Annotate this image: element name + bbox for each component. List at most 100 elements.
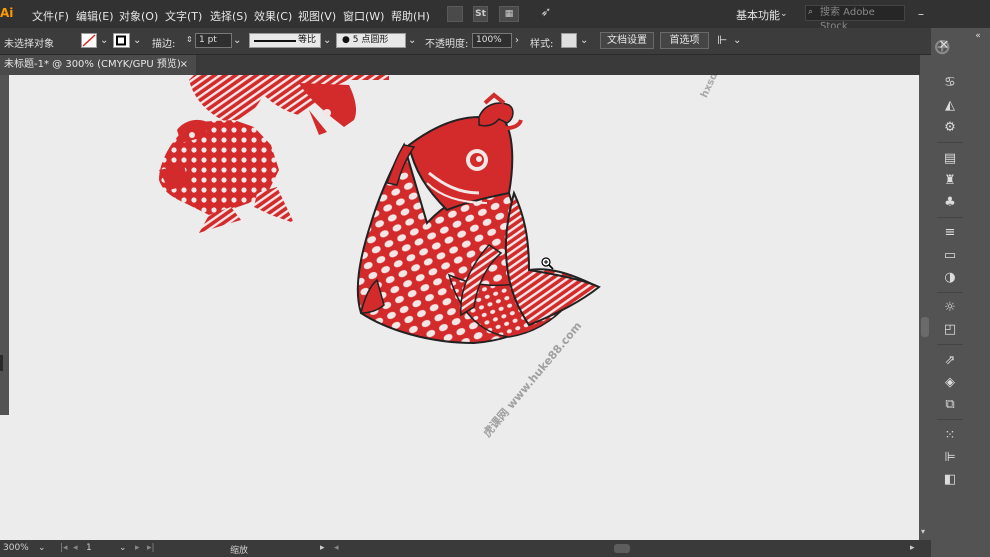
stroke-stepper-icon[interactable]: ⇕: [186, 35, 193, 44]
symbols-icon[interactable]: ♋: [941, 75, 959, 91]
transparency-icon[interactable]: ◑: [941, 270, 959, 286]
zoom-chevron-icon[interactable]: ⌄: [38, 543, 46, 553]
stroke-weight-input[interactable]: 1 pt: [195, 33, 232, 48]
menu-window[interactable]: 窗口(W): [343, 8, 384, 24]
color-guide-icon[interactable]: ⚙: [941, 120, 959, 136]
toolbar-edge: [0, 75, 9, 415]
stock-search-input[interactable]: 搜索 Adobe Stock: [805, 5, 905, 32]
menu-select[interactable]: 选择(S): [210, 8, 248, 24]
artboard-chevron-icon[interactable]: ⌄: [119, 543, 127, 553]
background-fish-cluster: [159, 75, 389, 233]
paper-cut-artwork: [159, 75, 601, 345]
workspace-chevron-icon[interactable]: ⌄: [780, 9, 788, 19]
minimize-icon[interactable]: –: [918, 7, 924, 21]
horizontal-scroll-thumb[interactable]: [614, 544, 630, 553]
fill-chevron-icon[interactable]: ⌄: [100, 35, 108, 46]
artboard-number[interactable]: 1: [86, 543, 92, 553]
scroll-down-icon[interactable]: ▾: [921, 527, 925, 536]
panel-collapse-icon[interactable]: «: [969, 28, 987, 44]
vertical-scroll-thumb[interactable]: [921, 317, 929, 337]
profile-label: 等比: [298, 35, 317, 45]
first-artboard-icon[interactable]: |◂: [60, 543, 68, 553]
export-icon[interactable]: ⇗: [941, 353, 959, 369]
tab-document[interactable]: 未标题-1* @ 300% (CMYK/GPU 预览) ×: [0, 55, 196, 75]
gradient-icon[interactable]: ▭: [941, 248, 959, 264]
arrange-documents-icon[interactable]: ▦: [499, 6, 519, 22]
align-chevron-icon[interactable]: ⌄: [733, 35, 741, 46]
prev-artboard-icon[interactable]: ◂: [73, 543, 78, 553]
style-chevron-icon[interactable]: ⌄: [580, 35, 588, 46]
zoom-level[interactable]: 300%: [3, 543, 29, 553]
gpu-rocket-icon[interactable]: ➶: [538, 6, 554, 22]
align-icon[interactable]: ⊩: [717, 33, 727, 47]
panel-dock: ⊕ ✕ « ♋ ◭ ⚙ ▤ ♜ ♣ ≡ ▭ ◑ ☼ ◰ ⇗ ◈ ⧉ ⁙ ⊫ ◧: [931, 28, 990, 557]
transform-icon[interactable]: ⁙: [941, 428, 959, 444]
dock-separator: [937, 344, 963, 345]
pathfinder-icon[interactable]: ◧: [941, 472, 959, 488]
dock-separator: [937, 419, 963, 420]
dock-separator: [937, 217, 963, 218]
menu-bar: Ai 文件(F) 编辑(E) 对象(O) 文字(T) 选择(S) 效果(C) 视…: [0, 0, 990, 32]
stroke-swatch[interactable]: [113, 33, 130, 48]
graphic-styles-icon[interactable]: ◰: [941, 322, 959, 338]
preferences-button[interactable]: 首选项: [660, 32, 709, 49]
layers-icon[interactable]: ◈: [941, 375, 959, 391]
current-tool: 缩放: [230, 546, 249, 556]
artboards-icon[interactable]: ⧉: [941, 397, 959, 413]
menu-object[interactable]: 对象(O): [119, 8, 158, 24]
vertical-scrollbar[interactable]: ▾: [919, 75, 931, 540]
search-icon: ⌕: [808, 7, 814, 17]
tab-title: 未标题-1* @ 300% (CMYK/GPU 预览): [4, 59, 181, 70]
align-panel-icon[interactable]: ⊫: [941, 450, 959, 466]
stroke-chevron-icon[interactable]: ⌄: [133, 35, 141, 46]
brush-chevron-icon[interactable]: ⌄: [408, 35, 416, 46]
opacity-input[interactable]: 100%: [472, 33, 512, 48]
style-label: 样式:: [530, 39, 554, 50]
brush-label: 5 点圆形: [352, 35, 389, 45]
graphic-style-swatch[interactable]: [561, 33, 577, 48]
image-trace-icon[interactable]: ▤: [941, 151, 959, 167]
stock-st-icon[interactable]: St: [473, 6, 488, 22]
selection-status: 未选择对象: [4, 39, 54, 50]
close-icon[interactable]: ✕: [935, 38, 953, 54]
menu-view[interactable]: 视图(V): [298, 8, 336, 24]
stroke-panel-icon[interactable]: ≡: [941, 225, 959, 241]
opacity-label: 不透明度:: [425, 39, 469, 50]
zoom-cursor-icon: [541, 257, 554, 270]
canvas-edge: [0, 415, 9, 540]
variable-width-profile[interactable]: 等比: [249, 33, 321, 48]
dock-separator: [937, 292, 963, 293]
menu-help[interactable]: 帮助(H): [391, 8, 430, 24]
artboard-canvas[interactable]: hxsd.huke88.com 虎课网 www.huke88.com: [9, 75, 919, 540]
symbols-club-icon[interactable]: ♣: [941, 195, 959, 211]
scroll-right-icon[interactable]: ▸: [910, 543, 915, 553]
opacity-arrow-icon[interactable]: ›: [515, 35, 519, 46]
app-logo: Ai: [0, 6, 14, 20]
last-artboard-icon[interactable]: ▸|: [147, 543, 155, 553]
control-bar: 未选择对象 ⌄ ⌄ 描边: ⇕ 1 pt ⌄ 等比 ⌄ ● 5 点圆形 ⌄ 不透…: [0, 28, 990, 55]
swatches-icon[interactable]: ◭: [941, 98, 959, 114]
workspace-switcher[interactable]: 基本功能: [736, 7, 780, 23]
menu-effect[interactable]: 效果(C): [254, 8, 292, 24]
dock-separator: [937, 142, 963, 143]
menu-type[interactable]: 文字(T): [165, 8, 202, 24]
profile-chevron-icon[interactable]: ⌄: [323, 35, 331, 46]
stroke-weight-chevron-icon[interactable]: ⌄: [233, 35, 241, 46]
menu-edit[interactable]: 编辑(E): [76, 8, 114, 24]
document-tab-bar: 未标题-1* @ 300% (CMYK/GPU 预览) ×: [0, 55, 920, 75]
bridge-icon[interactable]: [447, 6, 463, 22]
brushes-icon[interactable]: ♜: [941, 173, 959, 189]
koi-fish[interactable]: [356, 92, 601, 345]
status-menu-icon[interactable]: ▸: [320, 543, 325, 553]
brush-dot-icon: ●: [342, 35, 350, 45]
fill-swatch[interactable]: [81, 33, 97, 48]
menu-file[interactable]: 文件(F): [32, 8, 69, 24]
brush-definition[interactable]: ● 5 点圆形: [336, 33, 406, 48]
appearance-icon[interactable]: ☼: [941, 300, 959, 316]
toolbar-handle[interactable]: [0, 355, 3, 371]
tab-close-icon[interactable]: ×: [180, 55, 188, 75]
document-setup-button[interactable]: 文档设置: [600, 32, 654, 49]
next-artboard-icon[interactable]: ▸: [135, 543, 140, 553]
status-bar: 300% ⌄ |◂ ◂ 1 ⌄ ▸ ▸| 缩放 ▸ ◂ ▸: [0, 540, 931, 557]
scroll-left-icon[interactable]: ◂: [334, 543, 339, 553]
